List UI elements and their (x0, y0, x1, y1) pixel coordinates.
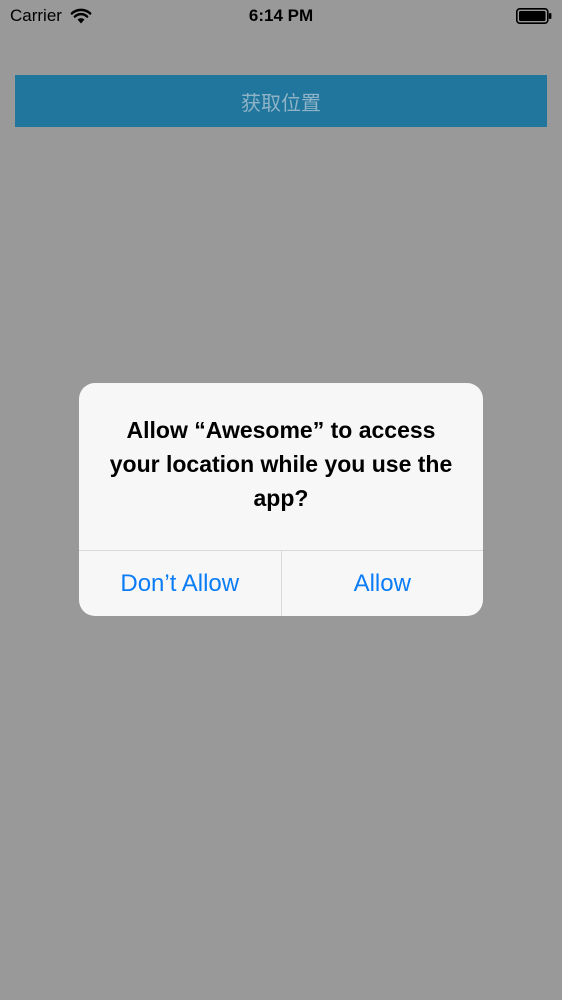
location-permission-alert: Allow “Awesome” to access your location … (79, 383, 483, 616)
battery-icon (516, 8, 552, 24)
status-bar: Carrier 6:14 PM (0, 0, 562, 32)
get-location-button[interactable]: 获取位置 (15, 75, 547, 127)
dont-allow-button[interactable]: Don’t Allow (79, 551, 282, 616)
allow-button[interactable]: Allow (282, 551, 484, 616)
status-time: 6:14 PM (248, 6, 314, 25)
alert-actions: Don’t Allow Allow (79, 550, 483, 616)
alert-title: Allow “Awesome” to access your location … (109, 417, 453, 511)
